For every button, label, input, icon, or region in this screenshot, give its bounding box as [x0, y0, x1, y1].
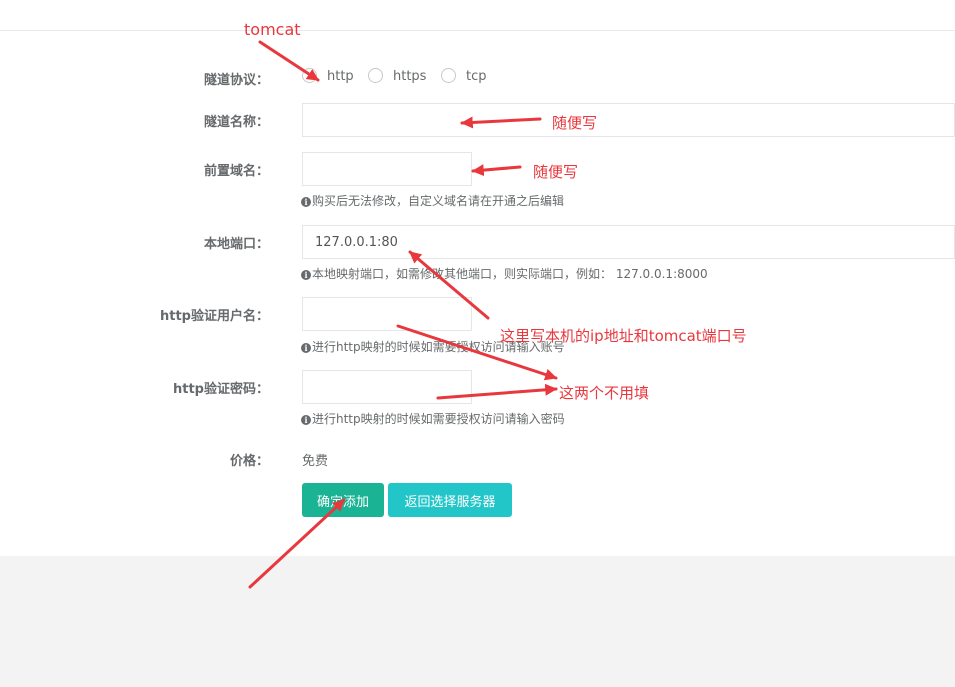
arrow-domain: [471, 164, 522, 177]
annotation-auth-hint: 这两个不用填: [559, 384, 650, 402]
annotation-domain-hint: 随便写: [533, 163, 579, 181]
arrow-port: [408, 250, 490, 320]
arrow-password: [436, 383, 558, 400]
arrow-tomcat: [258, 40, 320, 82]
annotation-port-hint: 这里写本机的ip地址和tomcat端口号: [500, 327, 747, 345]
annotation-tomcat: tomcat: [244, 20, 301, 39]
arrow-confirm: [248, 498, 346, 589]
arrow-name: [460, 116, 542, 129]
annotation-name-hint: 随便写: [552, 114, 598, 132]
annotation-arrows: [248, 40, 558, 589]
